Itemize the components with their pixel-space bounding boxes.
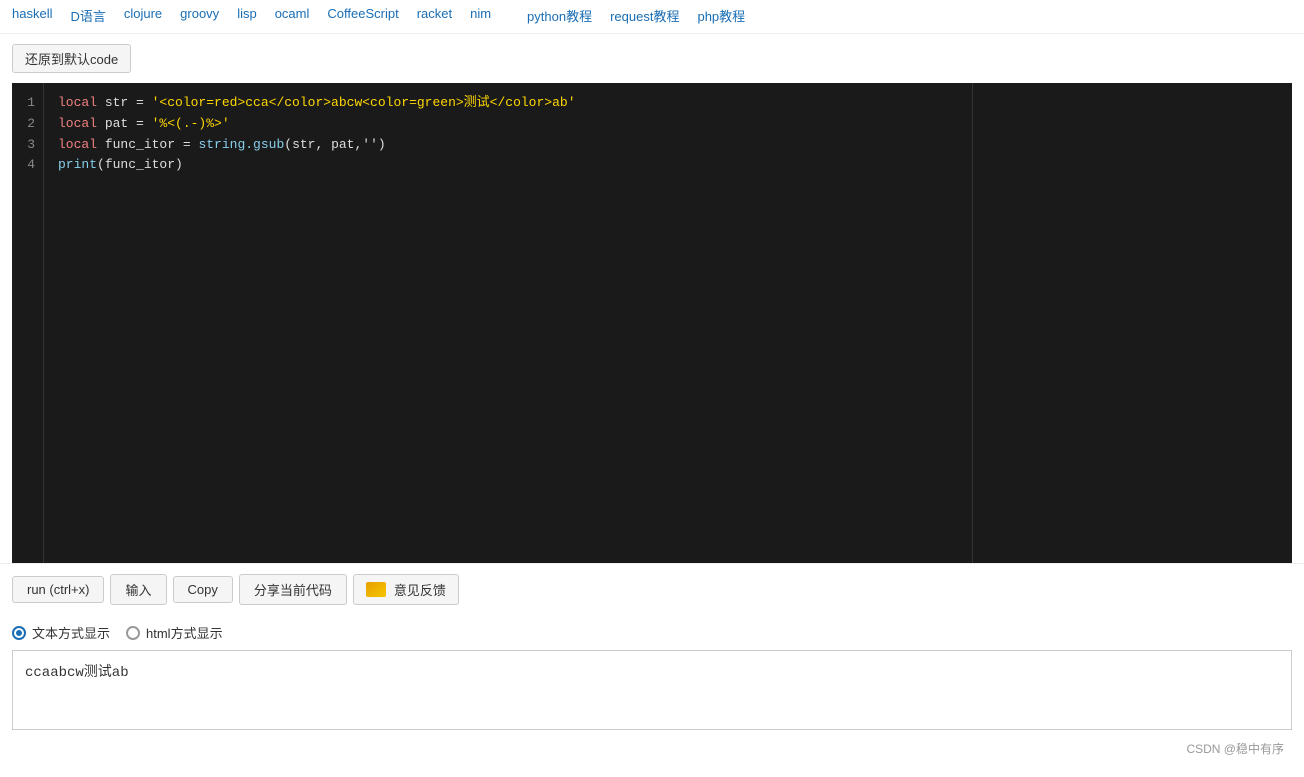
text-mode-label: 文本方式显示 [32,623,110,642]
share-button[interactable]: 分享当前代码 [239,574,347,605]
text-mode-option[interactable]: 文本方式显示 [12,623,110,642]
feedback-label: 意见反馈 [394,580,446,599]
html-mode-radio[interactable] [126,626,140,640]
page-footer: CSDN @稳中有序 [0,730,1304,767]
code-line-1: local str = '<color=red>cca</color>abcw<… [58,93,1278,114]
nav-link-lisp[interactable]: lisp [237,6,257,25]
footer-text: CSDN @稳中有序 [1186,740,1284,757]
nav-link-coffeescript[interactable]: CoffeeScript [327,6,398,25]
code-line-2: local pat = '%<(.-)%>' [58,114,1278,135]
nav-link-clojure[interactable]: clojure [124,6,162,25]
input-button[interactable]: 输入 [110,574,166,605]
nav-link-nim[interactable]: nim [470,6,491,25]
nav-link-haskell[interactable]: haskell [12,6,52,25]
html-mode-label: html方式显示 [146,623,223,642]
run-button[interactable]: run (ctrl+x) [12,576,104,603]
html-mode-option[interactable]: html方式显示 [126,623,223,642]
text-mode-radio[interactable] [12,626,26,640]
output-area: ccaabcw测试ab [12,650,1292,730]
reset-button[interactable]: 还原到默认code [12,44,131,73]
nav-link-ocaml[interactable]: ocaml [275,6,310,25]
nav-link-groovy[interactable]: groovy [180,6,219,25]
top-nav: haskell D语言 clojure groovy lisp ocaml Co… [0,0,1304,34]
nav-link-racket[interactable]: racket [417,6,452,25]
reset-bar: 还原到默认code [0,34,1304,83]
feedback-button[interactable]: 意见反馈 [353,574,459,605]
code-content[interactable]: local str = '<color=red>cca</color>abcw<… [44,83,1292,563]
email-icon [366,582,386,597]
copy-button[interactable]: Copy [173,576,233,603]
line-numbers: 1 2 3 4 [12,83,44,563]
output-content: ccaabcw测试ab [25,665,129,681]
toolbar: run (ctrl+x) 输入 Copy 分享当前代码 意见反馈 [0,563,1304,615]
nav-link-php[interactable]: php教程 [697,6,745,25]
code-line-4: print(func_itor) [58,155,1278,176]
code-editor[interactable]: 1 2 3 4 local str = '<color=red>cca</col… [12,83,1292,563]
nav-link-python[interactable]: python教程 [527,6,592,25]
output-options: 文本方式显示 html方式显示 [0,615,1304,650]
nav-link-request[interactable]: request教程 [610,6,679,25]
nav-link-dlang[interactable]: D语言 [70,6,105,25]
code-line-3: local func_itor = string.gsub(str, pat,'… [58,135,1278,156]
